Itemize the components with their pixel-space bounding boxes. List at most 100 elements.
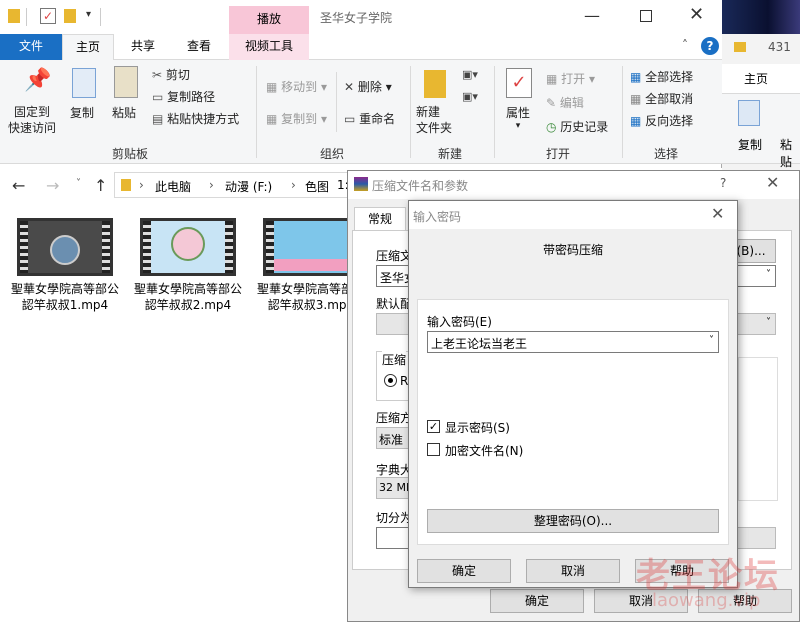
rename-button[interactable]: ▭ 重命名 bbox=[344, 110, 395, 127]
copy-path-label: 复制路径 bbox=[167, 90, 216, 104]
format-label: 压缩 bbox=[382, 351, 407, 368]
tab-home[interactable]: 主页 bbox=[62, 34, 114, 60]
desktop-wallpaper bbox=[720, 0, 800, 34]
title-bar: ✓ ▾ 播放 圣华女子学院 — ✕ bbox=[0, 0, 722, 34]
video-thumbnail bbox=[17, 218, 113, 276]
invert-select-icon: ▦ bbox=[630, 114, 646, 128]
password-close-button[interactable]: ✕ bbox=[711, 204, 724, 223]
close-button[interactable]: ✕ bbox=[689, 4, 704, 25]
recent-dropdown-icon[interactable]: ˅ bbox=[76, 178, 81, 189]
cut-label: 剪切 bbox=[165, 68, 190, 82]
rar-close-button[interactable]: ✕ bbox=[766, 173, 779, 192]
rar-ok-button[interactable]: 确定 bbox=[490, 589, 584, 613]
delete-button[interactable]: ✕ 删除 ▾ bbox=[344, 78, 392, 95]
dictionary-label: 字典大 bbox=[376, 463, 413, 477]
copy-to-button[interactable]: ▦ 复制到 ▾ bbox=[266, 110, 327, 127]
ribbon-collapse-icon[interactable]: ˄ bbox=[682, 38, 688, 52]
back-arrow-icon[interactable]: ← bbox=[12, 176, 25, 195]
up-arrow-icon[interactable]: ↑ bbox=[94, 176, 107, 195]
new-group-label: 新建 bbox=[437, 147, 462, 161]
paste-shortcut-icon: ▤ bbox=[152, 112, 168, 126]
thumbnail-image bbox=[274, 259, 348, 271]
forum-watermark-url: laowang.vip bbox=[652, 590, 761, 611]
new-item-icon[interactable]: ▣▾ bbox=[462, 68, 478, 81]
new-folder-button[interactable]: 新建 文件夹 bbox=[416, 104, 452, 136]
organize-passwords-button[interactable]: 整理密码(O)... bbox=[427, 509, 719, 533]
breadcrumb-this-pc[interactable]: 此电脑 bbox=[155, 178, 191, 195]
window-title: 圣华女子学院 bbox=[320, 11, 393, 25]
select-all-label: 全部选择 bbox=[645, 70, 694, 84]
invert-select-button[interactable]: ▦ 反向选择 bbox=[630, 112, 693, 129]
select-all-button[interactable]: ▦ 全部选择 bbox=[630, 68, 693, 85]
history-button[interactable]: ◷ 历史记录 bbox=[546, 118, 608, 135]
rar-format-radio[interactable] bbox=[384, 374, 397, 387]
cut-button[interactable]: ✂ 剪切 bbox=[152, 66, 190, 83]
bg-copy-icon bbox=[738, 100, 760, 126]
edit-button[interactable]: ✎ 编辑 bbox=[546, 94, 584, 111]
thumbnail-image bbox=[50, 235, 80, 265]
move-icon: ▦ bbox=[266, 80, 282, 94]
chevron-down-icon: ˅ bbox=[766, 317, 771, 328]
show-password-label: 显示密码(S) bbox=[445, 421, 510, 435]
password-input-label: 输入密码(E) bbox=[427, 315, 492, 329]
open-button[interactable]: ▦ 打开 ▾ bbox=[546, 70, 595, 87]
file-item[interactable]: 聖華女學院高等部公認竿叔叔2.mp4 bbox=[133, 218, 243, 313]
pin-quick-access-button[interactable]: 固定到 快速访问 bbox=[8, 104, 56, 136]
breadcrumb-chevron-icon: › bbox=[209, 178, 214, 192]
password-ok-button[interactable]: 确定 bbox=[417, 559, 511, 583]
minimize-button[interactable]: — bbox=[584, 6, 600, 25]
easy-access-icon[interactable]: ▣▾ bbox=[462, 90, 478, 103]
password-input[interactable]: 上老王论坛当老王 ˅ bbox=[427, 331, 719, 353]
maximize-button[interactable] bbox=[640, 10, 652, 22]
properties-check-icon[interactable]: ✓ bbox=[40, 8, 56, 24]
bg-copy[interactable]: 复制 bbox=[738, 136, 762, 153]
show-password-checkbox[interactable]: ✓ bbox=[427, 420, 440, 433]
select-all-icon: ▦ bbox=[630, 70, 646, 84]
password-heading: 带密码压缩 bbox=[542, 243, 603, 257]
history-label: 历史记录 bbox=[560, 120, 609, 134]
breadcrumb-drive[interactable]: 动漫 (F:) bbox=[225, 178, 272, 195]
copy-button[interactable]: 复制 bbox=[70, 104, 94, 121]
folder-icon bbox=[8, 9, 20, 23]
breadcrumb-folder[interactable]: 色图 bbox=[305, 178, 329, 195]
context-tab-play[interactable]: 播放 bbox=[229, 6, 309, 34]
address-bar[interactable]: › 此电脑 › 动漫 (F:) › 色图 1: bbox=[114, 172, 354, 198]
encrypt-filenames-label: 加密文件名(N) bbox=[445, 444, 524, 458]
set-password-button[interactable] bbox=[736, 527, 776, 549]
paste-shortcut-button[interactable]: ▤ 粘贴快捷方式 bbox=[152, 110, 239, 127]
method-value: 标准 bbox=[379, 433, 404, 447]
chevron-down-icon: ˅ bbox=[709, 335, 714, 346]
film-strip-holes bbox=[102, 221, 110, 273]
copy-path-button[interactable]: ▭ 复制路径 bbox=[152, 88, 215, 105]
encrypt-filenames-checkbox[interactable] bbox=[427, 443, 440, 456]
forward-arrow-icon[interactable]: → bbox=[46, 176, 59, 195]
quick-access-dropdown-icon[interactable]: ▾ bbox=[86, 9, 91, 20]
copy-icon bbox=[72, 68, 96, 98]
file-item[interactable]: 聖華女學院高等部公認竿叔叔1.mp4 bbox=[10, 218, 120, 313]
paste-button[interactable]: 粘贴 bbox=[112, 104, 136, 121]
breadcrumb-chevron-icon: › bbox=[291, 178, 296, 192]
clipboard-group-label: 剪贴板 bbox=[111, 147, 148, 161]
properties-button[interactable]: 属性 ▾ bbox=[506, 104, 530, 131]
bg-paste[interactable]: 粘贴 bbox=[780, 136, 800, 170]
tab-view[interactable]: 查看 bbox=[172, 34, 226, 60]
password-dialog-title: 输入密码 bbox=[413, 210, 462, 224]
history-icon: ◷ bbox=[546, 120, 561, 134]
organize-group-label: 组织 bbox=[319, 147, 344, 161]
tab-file[interactable]: 文件 bbox=[0, 34, 62, 60]
select-none-label: 全部取消 bbox=[645, 92, 694, 106]
new-folder-icon[interactable] bbox=[64, 9, 76, 23]
bg-tab-home[interactable]: 主页 bbox=[744, 70, 768, 87]
password-cancel-button[interactable]: 取消 bbox=[526, 559, 620, 583]
select-none-button[interactable]: ▦ 全部取消 bbox=[630, 90, 693, 107]
video-thumbnail bbox=[263, 218, 359, 276]
help-icon[interactable]: ? bbox=[701, 37, 719, 55]
properties-icon: ✓ bbox=[506, 68, 532, 98]
tab-general[interactable]: 常规 bbox=[354, 207, 406, 231]
tab-video-tools[interactable]: 视频工具 bbox=[229, 34, 309, 60]
move-to-button[interactable]: ▦ 移动到 ▾ bbox=[266, 78, 327, 95]
invert-select-label: 反向选择 bbox=[645, 114, 694, 128]
ribbon-tabs: 文件 主页 共享 查看 视频工具 ˄ ? bbox=[0, 34, 722, 60]
tab-share[interactable]: 共享 bbox=[116, 34, 170, 60]
rar-help-icon[interactable]: ? bbox=[720, 176, 726, 190]
